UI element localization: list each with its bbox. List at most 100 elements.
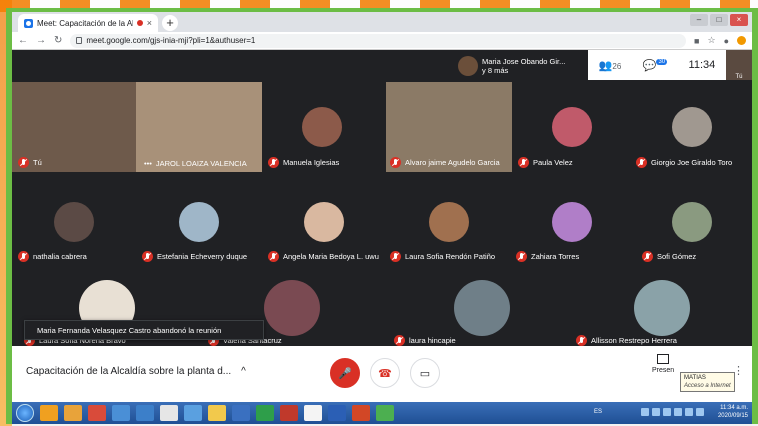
camera-indicator-icon[interactable]: ■: [694, 36, 699, 46]
chevron-up-icon: ^: [241, 366, 246, 377]
participant-tile[interactable]: Tú: [12, 82, 136, 172]
participant-name: Laura Sofia Rendón Patiño: [405, 252, 496, 261]
taskbar-app-icon[interactable]: [112, 405, 130, 421]
new-tab-button[interactable]: +: [162, 15, 178, 31]
powerpoint-icon[interactable]: [352, 405, 370, 421]
tooltip-network-name: MATIAS: [684, 375, 706, 381]
minimize-button[interactable]: –: [690, 14, 708, 26]
participant-avatar: [304, 202, 344, 242]
volume-icon[interactable]: [685, 408, 693, 416]
taskbar-app-icon[interactable]: [184, 405, 202, 421]
participant-avatar: [634, 280, 690, 336]
taskbar-app-icon[interactable]: [376, 405, 394, 421]
meeting-title: Capacitación de la Alcaldía sobre la pla…: [26, 366, 232, 377]
tray-icon[interactable]: [663, 408, 671, 416]
back-arrow-icon[interactable]: ←: [18, 35, 28, 46]
system-clock[interactable]: 11:34 a.m. 2020/09/15: [718, 404, 748, 420]
file-explorer-icon[interactable]: [64, 405, 82, 421]
media-player-icon[interactable]: [40, 405, 58, 421]
tray-icon[interactable]: [641, 408, 649, 416]
close-window-button[interactable]: ×: [730, 14, 748, 26]
meeting-details-button[interactable]: Capacitación de la Alcaldía sobre la pla…: [26, 366, 246, 377]
participant-tile[interactable]: Laura Sofia Rendón Patiño: [386, 180, 512, 264]
microphone-toggle-button[interactable]: 🎤: [330, 358, 360, 388]
url-text: meet.google.com/gjs-inia-mji?pli=1&authu…: [86, 36, 256, 45]
meet-bottom-bar: Capacitación de la Alcaldía sobre la pla…: [12, 346, 752, 410]
chat-button[interactable]: 💬 30: [643, 58, 668, 72]
participant-avatar: [54, 202, 94, 242]
participant-avatar: [179, 202, 219, 242]
leave-call-button[interactable]: ☎: [370, 358, 400, 388]
participant-name: Allisson Restrepo Herrera: [591, 336, 677, 345]
extension-icon[interactable]: [737, 36, 746, 45]
participant-tile[interactable]: ••• JAROL LOAIZA VALENCIA: [136, 82, 262, 172]
call-controls: 🎤 ☎ ▭: [330, 358, 440, 388]
taskbar-app-icon[interactable]: [208, 405, 226, 421]
reload-icon[interactable]: ↻: [54, 35, 62, 46]
forward-arrow-icon[interactable]: →: [36, 35, 46, 46]
present-now-button[interactable]: Presen: [652, 354, 674, 374]
taskbar-app-icon[interactable]: [160, 405, 178, 421]
muted-mic-icon: [518, 157, 529, 168]
start-button[interactable]: [16, 404, 34, 422]
participant-tile[interactable]: Angela Maria Bedoya L. uwu: [262, 180, 386, 264]
people-button[interactable]: 👥26: [599, 59, 622, 72]
more-options-icon[interactable]: •••: [144, 159, 152, 168]
participant-tile[interactable]: Allisson Restrepo Herrera: [572, 270, 752, 346]
profile-icon[interactable]: ●: [724, 36, 729, 46]
chrome-icon[interactable]: [88, 405, 106, 421]
tab-title: Meet: Capacitación de la Alc: [37, 18, 133, 28]
participant-tile[interactable]: Alvaro jaime Agudelo Garcia: [386, 82, 512, 172]
tray-icon[interactable]: [652, 408, 660, 416]
participant-tile[interactable]: Zahiara Torres: [512, 180, 632, 264]
tab-bar: Meet: Capacitación de la Alc × + – □ ×: [12, 12, 752, 32]
meet-info-panel: 👥26 💬 30 11:34: [588, 50, 726, 80]
tab-close-button[interactable]: ×: [147, 18, 152, 28]
participant-tile[interactable]: Giorgio Joe Giraldo Toro: [632, 82, 752, 172]
network-tooltip: MATIAS Acceso a Internet: [680, 372, 735, 392]
self-preview[interactable]: Tú: [726, 50, 752, 80]
participant-tile[interactable]: Sofi Gómez: [632, 180, 752, 264]
participant-avatar: [552, 202, 592, 242]
participant-avatar: [672, 202, 712, 242]
present-screen-icon: [657, 354, 670, 364]
camera-toggle-button[interactable]: ▭: [410, 358, 440, 388]
participant-tile[interactable]: Manuela Iglesias: [262, 82, 382, 172]
participant-avatar: [302, 107, 342, 147]
muted-mic-icon: [576, 335, 587, 346]
participant-tile[interactable]: Estefania Echeverry duque: [136, 180, 262, 264]
more-options-button[interactable]: ⋮: [733, 364, 744, 377]
taskbar-time: 11:34 a.m.: [720, 405, 748, 411]
taskbar-app-icon[interactable]: [232, 405, 250, 421]
present-label: Presen: [652, 367, 675, 374]
url-field[interactable]: meet.google.com/gjs-inia-mji?pli=1&authu…: [70, 33, 687, 48]
muted-mic-icon: [142, 251, 153, 262]
participant-name: Tú: [33, 158, 42, 167]
excel-icon[interactable]: [256, 405, 274, 421]
network-icon[interactable]: [696, 408, 704, 416]
system-tray: [641, 408, 704, 416]
presenter-indicator[interactable]: Maria Jose Obando Gir... y 8 más: [458, 52, 586, 80]
tab-meet[interactable]: Meet: Capacitación de la Alc ×: [18, 14, 158, 32]
taskbar-app-icon[interactable]: [136, 405, 154, 421]
self-preview-label: Tú: [735, 74, 743, 80]
participant-tile[interactable]: Paula Velez: [512, 82, 632, 172]
word-icon[interactable]: [328, 405, 346, 421]
bookmark-star-icon[interactable]: ☆: [707, 35, 715, 46]
taskbar-app-icon[interactable]: [304, 405, 322, 421]
address-bar-row: ← → ↻ meet.google.com/gjs-inia-mji?pli=1…: [12, 32, 752, 50]
participant-tile[interactable]: laura hincapie: [392, 270, 572, 346]
participant-name: Alvaro jaime Agudelo Garcia: [405, 158, 500, 167]
meet-area: Maria Jose Obando Gir... y 8 más 👥26 💬 30…: [12, 50, 752, 410]
lock-icon: [76, 37, 83, 44]
acrobat-icon[interactable]: [280, 405, 298, 421]
tray-icon[interactable]: [674, 408, 682, 416]
chat-badge: 30: [656, 58, 668, 65]
muted-mic-icon: [390, 157, 401, 168]
participant-name: Paula Velez: [533, 158, 573, 167]
muted-mic-icon: [390, 251, 401, 262]
language-indicator[interactable]: ES: [594, 409, 602, 415]
clock: 11:34: [688, 59, 716, 71]
participant-tile[interactable]: nathalia cabrera: [12, 180, 136, 264]
maximize-button[interactable]: □: [710, 14, 728, 26]
